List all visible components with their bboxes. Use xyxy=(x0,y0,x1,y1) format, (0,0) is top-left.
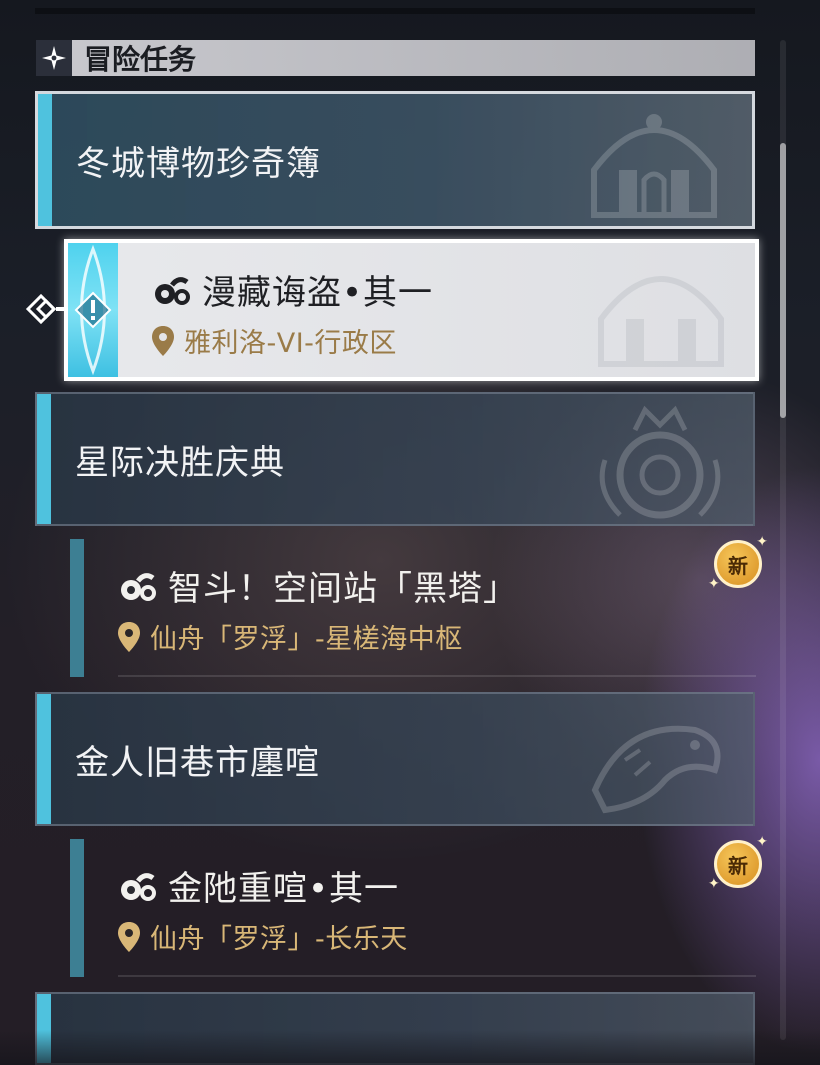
quest-group-old-alley[interactable]: 金人旧巷市廛喧 xyxy=(35,692,755,826)
new-badge: 新 ✦ ✦ xyxy=(708,534,768,592)
quest-location: 仙舟「罗浮」-长乐天 xyxy=(118,917,408,956)
quest-item[interactable]: 智斗！空间站「黑塔」 仙舟「罗浮」-星槎海中枢 xyxy=(66,539,756,677)
location-pin-icon xyxy=(118,621,140,652)
quest-title: 智斗！空间站「黑塔」 xyxy=(168,569,518,609)
quest-divider xyxy=(118,675,756,677)
sparkle-icon: ✦ xyxy=(708,576,720,592)
selection-pointer-icon xyxy=(24,292,64,326)
sparkle-icon: ✦ xyxy=(708,876,720,892)
palace-emblem-icon xyxy=(591,114,717,218)
quest-side-bar xyxy=(70,839,84,977)
quest-title: 金阤重喧•其一 xyxy=(168,869,400,909)
new-badge: 新 ✦ ✦ xyxy=(708,834,768,892)
location-pin-icon xyxy=(152,325,174,356)
group-title: 冬城博物珍奇簿 xyxy=(76,143,321,184)
new-badge-label: 新 xyxy=(714,540,762,588)
top-divider xyxy=(35,8,755,14)
scrollbar-thumb[interactable] xyxy=(780,143,786,418)
group-accent-bar xyxy=(38,94,52,226)
group-accent-bar xyxy=(37,694,51,824)
adventure-quest-icon xyxy=(152,273,192,307)
list-bottom-fade xyxy=(0,1030,820,1065)
group-title: 金人旧巷市廛喧 xyxy=(75,742,320,783)
quest-item-selected[interactable]: 漫藏诲盗•其一 雅利洛-VI-行政区 xyxy=(64,239,759,381)
quest-divider xyxy=(118,975,756,977)
group-title: 星际决胜庆典 xyxy=(75,442,285,483)
location-pin-icon xyxy=(118,921,140,952)
quest-location-text: 仙舟「罗浮」-星槎海中枢 xyxy=(150,624,463,655)
quest-name: 智斗！空间站「黑塔」 xyxy=(118,561,518,610)
dragon-emblem-icon xyxy=(591,725,721,814)
new-badge-label: 新 xyxy=(714,840,762,888)
quest-group-interstellar-festival[interactable]: 星际决胜庆典 xyxy=(35,392,755,526)
adventure-quest-icon xyxy=(118,869,158,903)
quest-name: 金阤重喧•其一 xyxy=(118,861,399,910)
sparkle-icon: ✦ xyxy=(756,834,768,850)
palace-emblem-icon xyxy=(598,276,724,367)
quest-location: 雅利洛-VI-行政区 xyxy=(152,321,397,360)
quest-type-tile xyxy=(68,243,118,377)
section-title: 冒险任务 xyxy=(84,43,197,76)
quest-title: 漫藏诲盗•其一 xyxy=(202,273,434,313)
quest-name: 漫藏诲盗•其一 xyxy=(152,265,433,314)
section-header: 冒险任务 xyxy=(36,40,755,76)
quest-item[interactable]: 金阤重喧•其一 仙舟「罗浮」-长乐天 xyxy=(66,839,756,977)
laurel-crown-emblem-icon xyxy=(599,405,721,519)
adventure-quest-icon xyxy=(118,569,158,603)
quest-location-text: 雅利洛-VI-行政区 xyxy=(184,328,397,359)
group-accent-bar xyxy=(37,394,51,524)
quest-location-text: 仙舟「罗浮」-长乐天 xyxy=(150,924,408,955)
quest-side-bar xyxy=(70,539,84,677)
four-point-star-icon xyxy=(36,40,72,76)
quest-location: 仙舟「罗浮」-星槎海中枢 xyxy=(118,617,463,656)
quest-group-winter-city[interactable]: 冬城博物珍奇簿 xyxy=(35,91,755,229)
sparkle-icon: ✦ xyxy=(756,534,768,550)
